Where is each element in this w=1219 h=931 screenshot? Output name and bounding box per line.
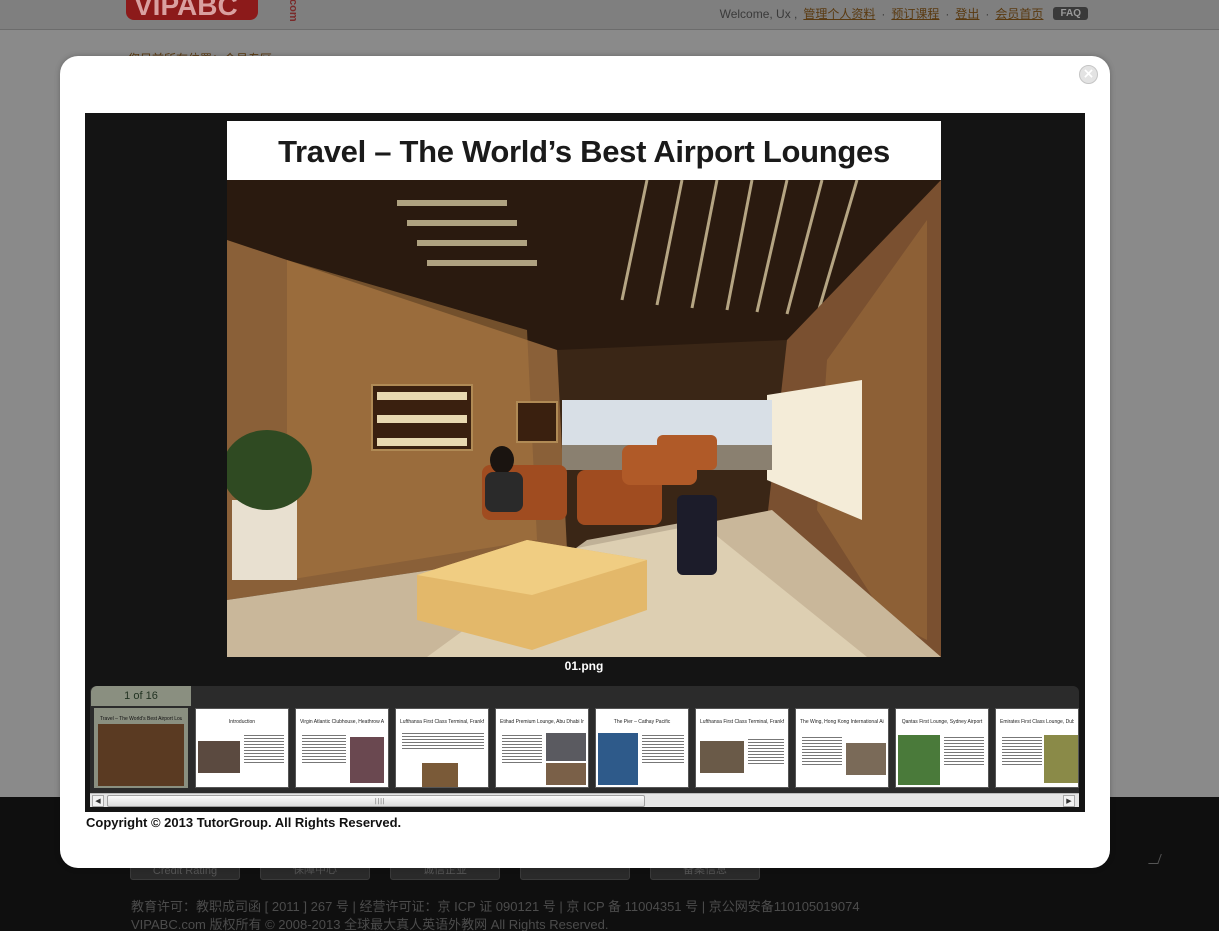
- thumbnail-image: [98, 724, 184, 786]
- current-slide: Travel – The World’s Best Airport Lounge…: [227, 121, 941, 657]
- thumbnail-3[interactable]: Virgin Atlantic Clubhouse, Heathrow Airp…: [295, 708, 389, 788]
- thumbnail-image: [846, 743, 886, 775]
- faq-button[interactable]: FAQ: [1053, 7, 1088, 20]
- thumbnail-1[interactable]: Travel – The World's Best Airport Lounge…: [94, 708, 188, 788]
- slide-counter: 1 of 16: [91, 686, 191, 706]
- nav-link-member-home[interactable]: 会员首页: [995, 5, 1043, 22]
- thumbnail-image: [1044, 735, 1078, 783]
- thumbnail-5[interactable]: Etihad Premium Lounge, Abu Dhabi Interna…: [495, 708, 589, 788]
- slide-filename: 01.png: [564, 659, 604, 673]
- thumbnail-text-lines: [244, 735, 284, 765]
- thumbnail-caption: The Wing, Hong Kong International Airpor…: [800, 719, 884, 725]
- thumbnail-caption: The Pier – Cathay Pacific: [613, 719, 671, 725]
- thumbnail-text-lines: [642, 735, 684, 765]
- rights-line: VIPABC.com 版权所有 © 2008-2013 全球最大真人英语外教网 …: [131, 917, 609, 931]
- thumbnail-caption: Etihad Premium Lounge, Abu Dhabi Interna…: [500, 719, 584, 725]
- thumbnail-image: [198, 741, 240, 773]
- site-logo[interactable]: VIPABC: [126, 0, 258, 20]
- thumbnail-2[interactable]: Introduction: [195, 708, 289, 788]
- thumbnail-9[interactable]: Qantas First Lounge, Sydney Airport: [895, 708, 989, 788]
- thumbnail-text-lines: [1002, 737, 1042, 767]
- thumbnail-text-lines: [502, 735, 542, 765]
- thumbnail-caption: Lufthansa First Class Terminal, Frankfur…: [700, 719, 784, 725]
- thumbnail-text-lines: [402, 733, 484, 751]
- thumbnail-image: [546, 763, 586, 785]
- thumbnail-10[interactable]: Emirates First Class Lounge, Dubai Inter…: [995, 708, 1079, 788]
- thumbnail-text-lines: [944, 737, 984, 767]
- thumbnail-text-lines: [802, 737, 842, 767]
- thumbnail-image: [422, 763, 458, 787]
- top-nav: Welcome, Ux , 管理个人资料 · 预订课程 · 登出 · 会员首页 …: [720, 5, 1088, 22]
- copyright-text: Copyright © 2013 TutorGroup. All Rights …: [86, 815, 402, 830]
- nav-link-logout[interactable]: 登出: [955, 5, 979, 22]
- thumbnail-scrollbar[interactable]: ◀ |||| ▶: [90, 793, 1079, 807]
- thumbnail-text-lines: [748, 739, 784, 766]
- thumbnail-8[interactable]: The Wing, Hong Kong International Airpor…: [795, 708, 889, 788]
- thumbnail-4[interactable]: Lufthansa First Class Terminal, Frankfur…: [395, 708, 489, 788]
- nav-separator: ·: [945, 6, 950, 21]
- scrollbar-thumb[interactable]: ||||: [107, 795, 645, 807]
- thumbnail-caption: Qantas First Lounge, Sydney Airport: [901, 719, 983, 725]
- thumbnail-image: [546, 733, 586, 761]
- thumbnail-image: [700, 741, 744, 773]
- thumbnail-image: [598, 733, 638, 785]
- close-icon[interactable]: ×: [1079, 65, 1098, 84]
- scroll-left-icon[interactable]: ◀: [92, 795, 104, 807]
- thumbnail-image: [898, 735, 940, 785]
- thumbnail-text-lines: [302, 735, 346, 765]
- nav-link-book-class[interactable]: 预订课程: [891, 5, 939, 22]
- slide-title: Travel – The World’s Best Airport Lounge…: [227, 121, 941, 180]
- scroll-right-icon[interactable]: ▶: [1063, 795, 1075, 807]
- thumbnail-caption: Introduction: [228, 719, 256, 725]
- thumbnail-7[interactable]: Lufthansa First Class Terminal, Frankfur…: [695, 708, 789, 788]
- nav-link-profile[interactable]: 管理个人资料: [803, 5, 875, 22]
- thumbnail-caption: Lufthansa First Class Terminal, Frankfur…: [400, 719, 484, 725]
- thumbnail-6[interactable]: The Pier – Cathay Pacific: [595, 708, 689, 788]
- logo-suffix: .com: [287, 0, 299, 22]
- thumbnail-caption: Virgin Atlantic Clubhouse, Heathrow Airp…: [300, 719, 384, 725]
- nav-separator: ·: [985, 6, 990, 21]
- lounge-photo: [227, 180, 941, 657]
- thumbnail-caption: Emirates First Class Lounge, Dubai Inter…: [1000, 719, 1074, 725]
- nav-separator: ·: [881, 6, 886, 21]
- grip-icon: ||||: [374, 798, 385, 805]
- welcome-text: Welcome, Ux ,: [719, 6, 798, 21]
- thumbnail-caption: Travel – The World's Best Airport Lounge…: [100, 716, 182, 722]
- license-line: 教育许可：教职成司函 [ 2011 ] 267 号 | 经营许可证：京 ICP …: [131, 899, 860, 914]
- thumbnail-image: [350, 737, 384, 783]
